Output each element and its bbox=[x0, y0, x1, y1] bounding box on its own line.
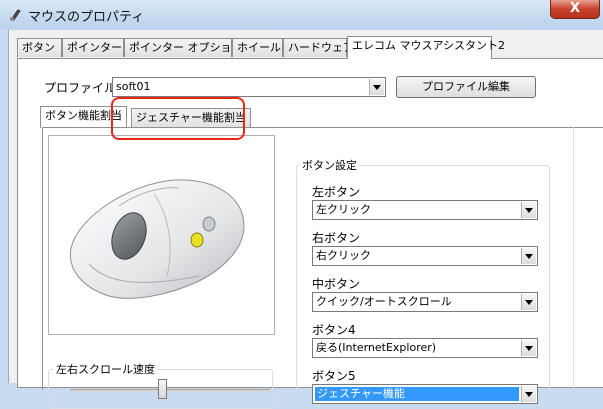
profile-select[interactable]: soft01 bbox=[112, 77, 386, 97]
scroll-speed-track bbox=[70, 389, 270, 392]
chevron-down-icon bbox=[521, 248, 536, 264]
panel-divider bbox=[573, 127, 574, 389]
scroll-speed-slider[interactable] bbox=[158, 379, 167, 399]
left-button-select[interactable]: 左クリック bbox=[312, 200, 538, 220]
mouse-image bbox=[69, 179, 245, 299]
dialog-client: ボタン ポインター ポインター オプション ホイール ハードウェア エレコム マ… bbox=[8, 30, 603, 409]
tab-hardware[interactable]: ハードウェア bbox=[283, 38, 354, 57]
button5-value: ジェスチャー機能 bbox=[315, 387, 519, 401]
chevron-down-icon bbox=[521, 202, 536, 218]
edit-profile-button[interactable]: プロファイル編集 bbox=[396, 76, 536, 98]
title-bar: マウスのプロパティ X bbox=[0, 0, 603, 30]
close-button[interactable]: X bbox=[550, 0, 600, 19]
button5-select[interactable]: ジェスチャー機能 bbox=[312, 384, 538, 404]
left-button-label: 左ボタン bbox=[312, 185, 361, 199]
highlight-annotation bbox=[111, 97, 245, 140]
tab-wheel[interactable]: ホイール bbox=[232, 38, 283, 57]
button4-select[interactable]: 戻る(InternetExplorer) bbox=[312, 338, 538, 358]
middle-button-select[interactable]: クイック/オートスクロール bbox=[312, 292, 538, 312]
middle-button-value: クイック/オートスクロール bbox=[316, 295, 452, 308]
middle-button-label: 中ボタン bbox=[312, 277, 361, 291]
tab-panel: プロファイル: soft01 プロファイル編集 ボタン機能割当 ジェスチャー機能… bbox=[17, 58, 603, 409]
button5-label: ボタン5 bbox=[312, 369, 356, 383]
right-button-value: 右クリック bbox=[316, 249, 371, 262]
right-button-label: 右ボタン bbox=[312, 231, 361, 245]
tab-pointer[interactable]: ポインター bbox=[62, 38, 124, 57]
chevron-down-icon bbox=[369, 79, 384, 95]
button-settings-title: ボタン設定 bbox=[300, 157, 359, 173]
profile-value: soft01 bbox=[116, 80, 151, 93]
profile-label: プロファイル: bbox=[44, 81, 121, 95]
mouse-icon bbox=[10, 9, 21, 21]
window-title: マウスのプロパティ bbox=[28, 10, 145, 25]
mouse-image-frame bbox=[48, 135, 275, 335]
chevron-down-icon bbox=[521, 294, 536, 310]
tab-elecom-mouse-assistant[interactable]: エレコム マウスアシスタント2 bbox=[347, 36, 505, 59]
tab-buttons[interactable]: ボタン bbox=[17, 38, 62, 57]
button4-value: 戻る(InternetExplorer) bbox=[316, 341, 437, 354]
tab-pointer-options[interactable]: ポインター オプション bbox=[124, 38, 243, 57]
chevron-down-icon bbox=[521, 386, 536, 402]
chevron-down-icon bbox=[521, 340, 536, 356]
right-button-select[interactable]: 右クリック bbox=[312, 246, 538, 266]
button4-label: ボタン4 bbox=[312, 323, 356, 337]
left-button-value: 左クリック bbox=[316, 203, 371, 216]
scroll-speed-title: 左右スクロール速度 bbox=[54, 361, 157, 377]
